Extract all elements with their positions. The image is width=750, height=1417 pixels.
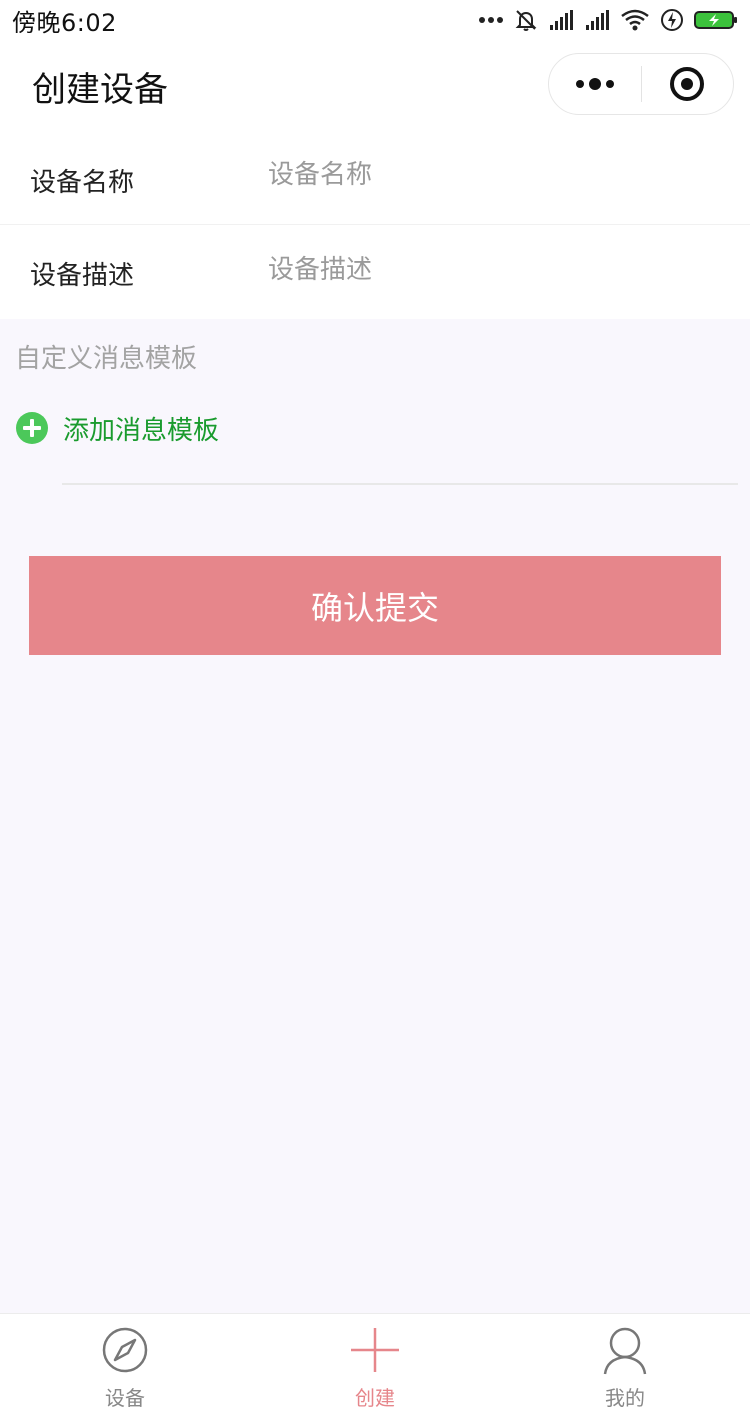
signal-1-icon (550, 10, 573, 30)
more-dots-icon (479, 17, 503, 23)
template-divider (62, 483, 738, 485)
user-icon (603, 1327, 647, 1375)
wifi-icon (621, 9, 649, 31)
tab-create[interactable]: 创建 (250, 1314, 500, 1417)
template-section-title: 自定义消息模板 (15, 344, 198, 374)
status-icons (478, 0, 738, 40)
nav-bar: 创建设备 (0, 40, 750, 130)
more-dots-icon (575, 78, 614, 90)
target-close-icon (670, 67, 705, 101)
device-desc-input[interactable] (268, 247, 708, 293)
mini-program-capsule (548, 53, 734, 115)
plus-icon (351, 1328, 399, 1372)
tab-mine[interactable]: 我的 (500, 1314, 750, 1417)
status-time: 傍晚6:02 (12, 8, 117, 37)
device-desc-row: 设备描述 (0, 225, 750, 319)
tab-devices-label: 设备 (105, 1386, 145, 1410)
tab-bar: 设备 创建 我的 (0, 1313, 750, 1417)
create-device-page: 傍晚6:02 创建设备 设备名称 设备名称 设备描述 设备描述 自定义消息模板 … (0, 0, 750, 1417)
tab-create-label: 创建 (355, 1386, 395, 1410)
charging-bolt-icon (661, 9, 683, 31)
add-circle-icon (16, 412, 48, 444)
battery-icon (694, 11, 737, 29)
device-name-row: 设备名称 (0, 130, 750, 224)
close-mini-program-button[interactable] (642, 53, 734, 115)
add-template-label: 添加消息模板 (63, 415, 220, 446)
device-desc-label: 设备描述 (30, 261, 135, 291)
compass-icon (102, 1327, 148, 1373)
page-title: 创建设备 (32, 70, 168, 110)
add-template-button[interactable]: 添加消息模板 (15, 408, 219, 448)
device-name-input[interactable] (268, 152, 708, 198)
status-bar: 傍晚6:02 (0, 0, 750, 40)
tab-devices[interactable]: 设备 (0, 1314, 250, 1417)
submit-button[interactable]: 确认提交 (29, 556, 721, 655)
tab-mine-label: 我的 (605, 1386, 645, 1410)
signal-2-icon (586, 10, 609, 30)
device-name-label: 设备名称 (30, 168, 135, 198)
mute-bell-icon (515, 10, 537, 31)
more-menu-button[interactable] (549, 53, 641, 115)
